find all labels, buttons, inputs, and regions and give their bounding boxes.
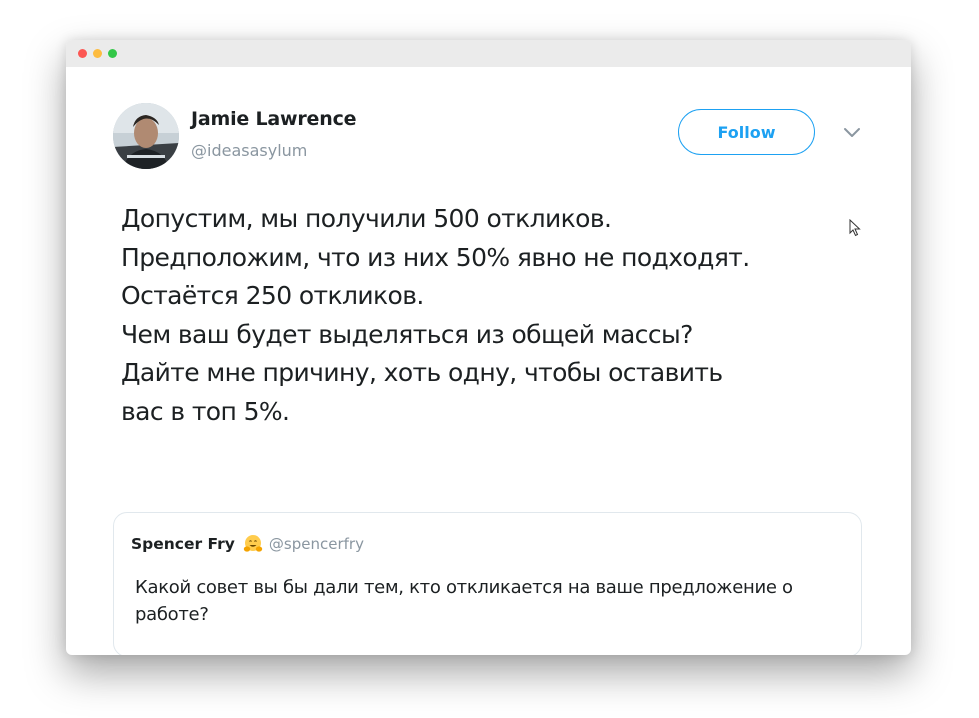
tweet-text: Допустим, мы получили 500 откликов. Пред… <box>121 200 861 431</box>
follow-button[interactable]: Follow <box>678 109 815 155</box>
author-name[interactable]: Jamie Lawrence <box>191 108 357 130</box>
author-handle[interactable]: @ideasasylum <box>191 141 307 160</box>
user-avatar-photo-icon <box>113 103 179 169</box>
hugging-face-emoji-icon <box>243 535 263 552</box>
zoom-window-button[interactable] <box>108 49 117 58</box>
minimize-window-button[interactable] <box>93 49 102 58</box>
quoted-tweet-text: Какой совет вы бы дали тем, кто откликае… <box>135 577 793 625</box>
browser-window: Jamie Lawrence @ideasasylum Follow Допус… <box>66 40 911 655</box>
quoted-author-name: Spencer Fry <box>131 535 235 553</box>
quoted-tweet-header: Spencer Fry @spencerfry <box>131 534 364 554</box>
author-avatar[interactable] <box>113 103 179 169</box>
tweet-text-line: Допустим, мы получили 500 откликов. <box>121 204 612 233</box>
tweet-text-line: Предположим, что из них 50% явно не подх… <box>121 242 750 272</box>
tweet-text-line: Дайте мне причину, хоть одну, чтобы оста… <box>121 358 723 387</box>
quoted-author-handle: @spencerfry <box>268 535 364 553</box>
tweet-text-line: Чем ваш будет выделяться из общей массы? <box>121 319 693 349</box>
chevron-down-icon[interactable] <box>842 126 862 140</box>
window-titlebar <box>66 40 911 67</box>
tweet-text-line: вас в топ 5%. <box>121 396 290 426</box>
tweet-text-line: Остаётся 250 откликов. <box>121 281 424 310</box>
quoted-tweet[interactable]: Spencer Fry @spencerfry Какой совет вы б… <box>113 512 862 655</box>
close-window-button[interactable] <box>78 49 87 58</box>
